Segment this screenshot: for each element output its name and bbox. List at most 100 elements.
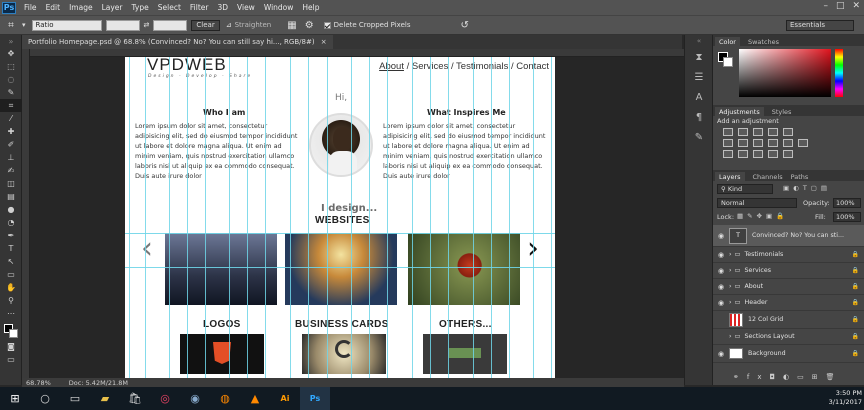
gradient-tool-icon[interactable]: ▤ — [0, 190, 22, 203]
clear-button[interactable]: Clear — [191, 19, 220, 31]
gradient-map-icon[interactable] — [768, 150, 778, 158]
menu-image[interactable]: Image — [69, 3, 93, 12]
cortana-icon[interactable]: ○ — [30, 387, 60, 410]
eraser-tool-icon[interactable]: ◫ — [0, 177, 22, 190]
eye-icon[interactable]: ◉ — [713, 283, 729, 291]
menu-select[interactable]: Select — [158, 3, 181, 12]
channel-mixer-icon[interactable] — [783, 139, 793, 147]
carousel-prev-arrow[interactable]: ‹ — [141, 231, 153, 266]
nav-about[interactable]: About — [379, 61, 404, 72]
posterize-icon[interactable] — [738, 150, 748, 158]
horizontal-ruler[interactable] — [22, 49, 684, 57]
tab-paths[interactable]: Paths — [791, 173, 809, 181]
brightness-icon[interactable] — [723, 128, 733, 136]
curves-icon[interactable] — [753, 128, 763, 136]
layer-row[interactable]: ◉ Background 🔒 — [713, 345, 864, 363]
color-balance-icon[interactable] — [738, 139, 748, 147]
app-icon[interactable]: ◎ — [150, 387, 180, 410]
tab-adjustments[interactable]: Adjustments — [715, 107, 764, 116]
menu-layer[interactable]: Layer — [102, 3, 123, 12]
store-icon[interactable]: 🛍 — [120, 387, 150, 410]
chevron-down-icon[interactable]: ▾ — [22, 21, 26, 29]
delete-cropped-label[interactable]: Delete Cropped Pixels — [334, 21, 411, 29]
task-view-icon[interactable]: ▭ — [60, 387, 90, 410]
close-icon[interactable]: ✕ — [852, 1, 860, 11]
hue-slider[interactable] — [835, 49, 843, 97]
artboard[interactable]: VPDWEB Design - Develop - Share About / … — [125, 57, 555, 378]
layer-name[interactable]: Header — [744, 299, 767, 306]
layer-name[interactable]: Background — [748, 350, 786, 357]
canvas-area[interactable]: VPDWEB Design - Develop - Share About / … — [30, 57, 684, 378]
width-field[interactable] — [105, 19, 140, 31]
menu-edit[interactable]: Edit — [46, 3, 61, 12]
new-layer-icon[interactable]: ⊞ — [812, 373, 826, 381]
quick-mask-icon[interactable]: ◙ — [0, 340, 22, 353]
history-icon[interactable]: ⧗ — [685, 47, 713, 67]
layer-name[interactable]: Testimonials — [744, 251, 783, 258]
layer-filter-icons[interactable]: ▣◐T▢▤ — [783, 184, 831, 192]
shape-tool-icon[interactable]: ▭ — [0, 268, 22, 281]
eye-icon[interactable]: ◉ — [713, 232, 729, 240]
trash-icon[interactable]: 🗑 — [826, 373, 843, 381]
straighten-icon[interactable]: ⊿ — [226, 21, 232, 29]
blend-mode-select[interactable]: Normal — [717, 198, 797, 208]
maximize-icon[interactable]: □ — [836, 1, 845, 11]
menu-help[interactable]: Help — [302, 3, 319, 12]
crop-tool-icon[interactable]: ⌗ — [0, 20, 22, 31]
layer-name[interactable]: Sections Layout — [744, 333, 794, 340]
tab-channels[interactable]: Channels — [753, 173, 783, 181]
fx-icon[interactable]: fx — [747, 373, 770, 381]
tools-grip[interactable]: » — [0, 35, 22, 47]
file-explorer-icon[interactable]: ▰ — [90, 387, 120, 410]
layer-row[interactable]: ◉ T Convinced? No? You can sti... — [713, 225, 864, 247]
hand-tool-icon[interactable]: ✋ — [0, 281, 22, 294]
menu-file[interactable]: File — [24, 3, 37, 12]
lasso-tool-icon[interactable]: ◌ — [0, 73, 22, 86]
illustrator-icon[interactable]: Ai — [270, 387, 300, 410]
hue-saturation-icon[interactable] — [723, 139, 733, 147]
black-white-icon[interactable] — [753, 139, 763, 147]
layer-name[interactable]: Convinced? No? You can sti... — [752, 232, 844, 239]
system-tray[interactable]: 3:50 PM 3/11/2017 — [829, 389, 862, 407]
exposure-icon[interactable] — [768, 128, 778, 136]
layer-row[interactable]: 12 Col Grid 🔒 — [713, 311, 864, 329]
photo-filter-icon[interactable] — [768, 139, 778, 147]
crop-tool-icon[interactable]: ⌗ — [0, 99, 22, 112]
move-tool-icon[interactable]: ✥ — [0, 47, 22, 60]
path-select-tool-icon[interactable]: ↖ — [0, 255, 22, 268]
blur-tool-icon[interactable]: ● — [0, 203, 22, 216]
layer-row[interactable]: ◉ › ▭ Services 🔒 — [713, 263, 864, 279]
opacity-field[interactable]: 100% — [833, 198, 861, 208]
menu-view[interactable]: View — [237, 3, 255, 12]
menu-filter[interactable]: Filter — [190, 3, 209, 12]
vlc-icon[interactable]: ▲ — [240, 387, 270, 410]
delete-cropped-checkbox[interactable] — [323, 21, 331, 29]
document-tab[interactable]: Portfolio Homepage.psd @ 68.8% (Convince… — [22, 35, 333, 49]
properties-icon[interactable]: ☰ — [685, 67, 713, 87]
eyedropper-tool-icon[interactable]: ⁄ — [0, 112, 22, 125]
app-icon[interactable]: ◉ — [180, 387, 210, 410]
zoom-tool-icon[interactable]: ⚲ — [0, 294, 22, 307]
selective-color-icon[interactable] — [783, 150, 793, 158]
workspace-select[interactable]: Essentials — [786, 19, 854, 31]
photoshop-icon[interactable]: Ps — [300, 387, 330, 410]
eye-icon[interactable]: ◉ — [713, 299, 729, 307]
close-tab-icon[interactable]: × — [321, 38, 327, 46]
marquee-tool-icon[interactable]: ⬚ — [0, 60, 22, 73]
color-lookup-icon[interactable] — [798, 139, 808, 147]
lock-icons[interactable]: ▦✎✥▣🔒 — [737, 212, 788, 220]
vertical-ruler[interactable] — [22, 49, 30, 379]
layer-name[interactable]: About — [744, 283, 763, 290]
quick-select-tool-icon[interactable]: ✎ — [0, 86, 22, 99]
layer-name[interactable]: Services — [744, 267, 771, 274]
more-tools-icon[interactable]: ⋯ — [0, 307, 22, 320]
tab-layers[interactable]: Layers — [715, 172, 745, 181]
dodge-tool-icon[interactable]: ◔ — [0, 216, 22, 229]
minimize-icon[interactable]: – — [823, 1, 828, 11]
overlay-grid-icon[interactable]: ▦ — [287, 20, 296, 31]
adjustment-layer-icon[interactable]: ◐ — [783, 373, 797, 381]
firefox-icon[interactable]: ◍ — [210, 387, 240, 410]
menu-3d[interactable]: 3D — [217, 3, 228, 12]
start-button-icon[interactable]: ⊞ — [0, 387, 30, 410]
chevron-right-icon[interactable]: › — [729, 299, 732, 306]
